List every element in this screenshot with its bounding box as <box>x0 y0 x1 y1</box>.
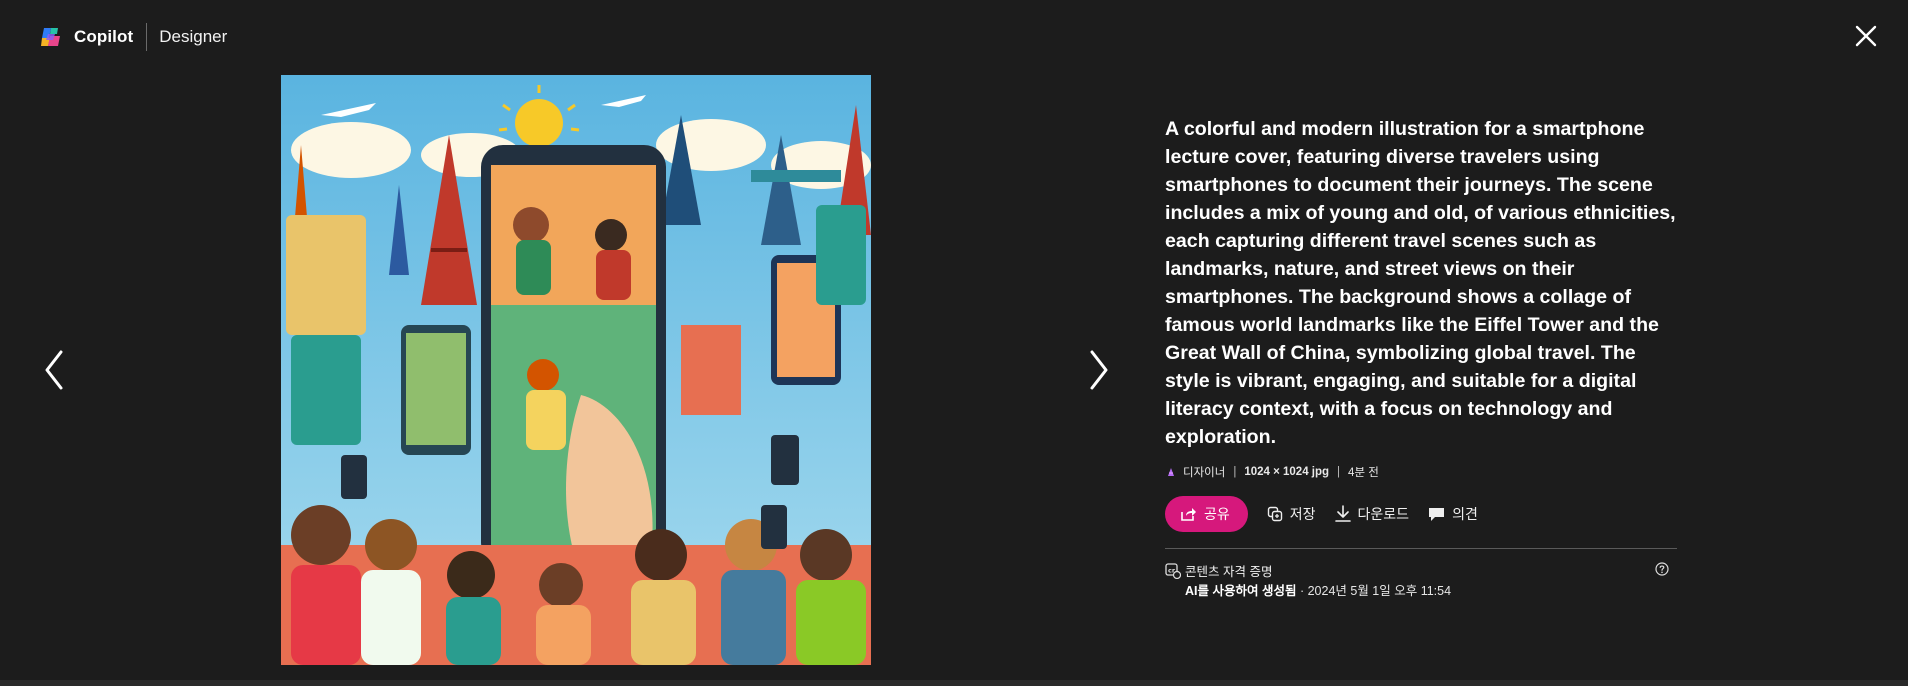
brand-name: Copilot <box>74 27 134 46</box>
generated-image[interactable] <box>281 75 871 665</box>
credentials-generated: AI를 사용하여 생성됨 <box>1185 584 1297 598</box>
travelers-illustration <box>281 75 871 665</box>
meta-age: 4분 전 <box>1348 467 1379 479</box>
help-icon[interactable] <box>1655 562 1669 576</box>
divider-line <box>1165 548 1677 549</box>
brand-divider <box>146 23 148 51</box>
chevron-right-icon <box>1090 350 1108 390</box>
content-credentials: cr 콘텐츠 자격 증명 AI를 사용하여 생성됨 · 2024년 5월 1일 … <box>1165 560 1677 600</box>
download-icon <box>1334 505 1351 522</box>
image-prompt: A colorful and modern illustration for a… <box>1165 118 1676 448</box>
credentials-separator: · <box>1299 584 1305 598</box>
credentials-timestamp: 2024년 5월 1일 오후 11:54 <box>1307 584 1452 598</box>
designer-icon <box>1168 468 1174 476</box>
chevron-left-icon <box>45 350 63 390</box>
share-label: 공유 <box>1204 506 1230 522</box>
brand-subtitle: Designer <box>159 27 228 46</box>
meta-divider: | <box>1337 466 1341 478</box>
meta-source: 디자이너 <box>1183 467 1226 479</box>
feedback-label: 의견 <box>1452 506 1478 522</box>
next-image-button[interactable] <box>1079 345 1119 395</box>
feedback-button[interactable]: 의견 <box>1428 504 1478 524</box>
bottom-strip <box>0 680 1908 686</box>
content-credentials-icon: cr <box>1165 563 1181 579</box>
save-collection-icon <box>1267 506 1282 522</box>
meta-size: 1024 × 1024 jpg <box>1244 466 1330 478</box>
copilot-logo-icon <box>41 28 60 46</box>
save-label: 저장 <box>1289 506 1316 522</box>
close-icon <box>1855 25 1877 47</box>
save-button[interactable]: 저장 <box>1267 504 1316 524</box>
download-label: 다운로드 <box>1357 506 1410 522</box>
feedback-icon <box>1429 508 1445 521</box>
credentials-title: 콘텐츠 자격 증명 <box>1185 565 1273 579</box>
image-details-panel: A colorful and modern illustration for a… <box>1165 115 1677 600</box>
credentials-detail: AI를 사용하여 생성됨 · 2024년 5월 1일 오후 11:54 <box>1185 580 1451 599</box>
previous-image-button[interactable] <box>34 345 74 395</box>
image-viewer: Copilot Designer A colorful and modern i… <box>0 0 1908 686</box>
share-button[interactable]: 공유 <box>1165 496 1248 532</box>
brand-header[interactable]: Copilot Designer <box>38 22 227 52</box>
image-meta: 디자이너 | 1024 × 1024 jpg | 4분 전 <box>1165 464 1677 480</box>
meta-divider: | <box>1233 466 1237 478</box>
action-bar: 공유 저장 다운로드 의견 <box>1165 496 1677 532</box>
download-button[interactable]: 다운로드 <box>1334 504 1410 524</box>
share-icon <box>1181 508 1196 521</box>
close-button[interactable] <box>1850 20 1882 52</box>
